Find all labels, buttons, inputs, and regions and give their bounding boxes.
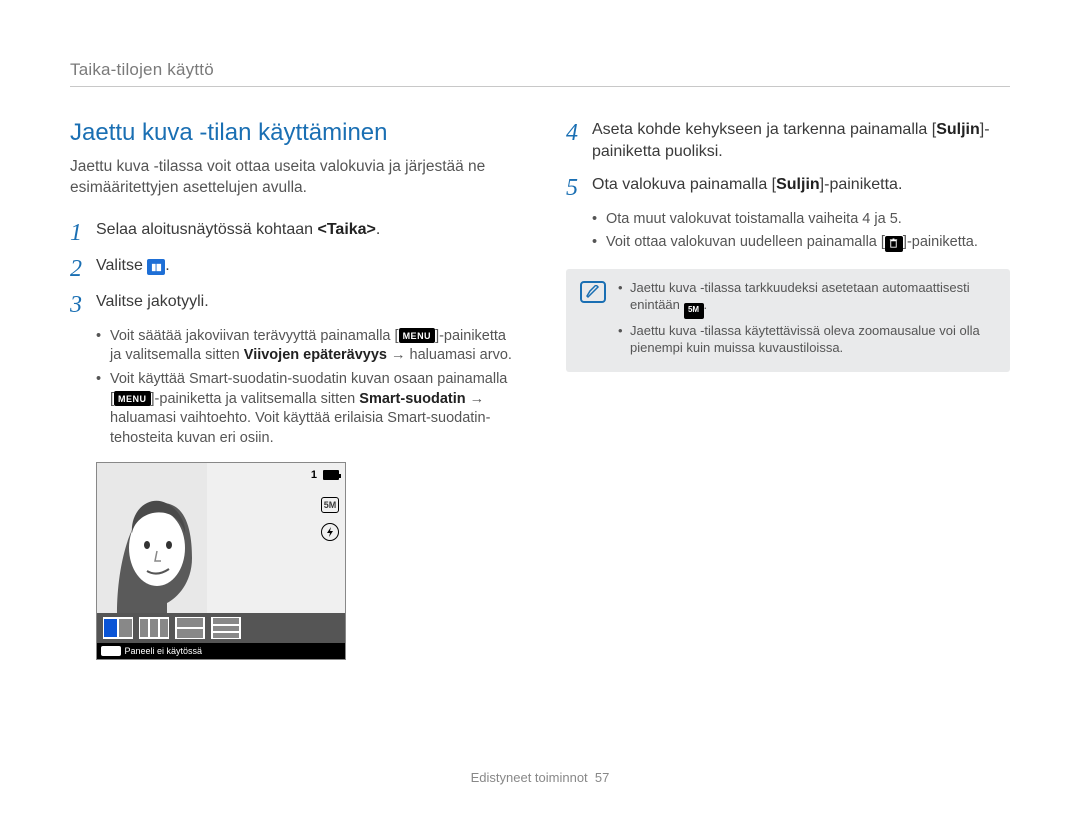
step-3: 3 Valitse jakotyyli.	[70, 291, 514, 317]
resolution-icon: 5M	[684, 303, 704, 319]
step-number: 5	[566, 176, 592, 200]
shot-count: 1	[311, 469, 317, 481]
ok-badge: OK	[101, 646, 121, 656]
step-number: 1	[70, 221, 96, 245]
step-5: 5 Ota valokuva painamalla [Suljin]-paini…	[566, 174, 1010, 200]
section-title: Jaettu kuva -tilan käyttäminen	[70, 119, 514, 147]
layout-3row	[211, 617, 241, 639]
note-box: Jaettu kuva -tilassa tarkkuudeksi asetet…	[566, 269, 1010, 372]
step-4: 4 Aseta kohde kehykseen ja tarkenna pain…	[566, 119, 1010, 164]
step-number: 4	[566, 121, 592, 145]
viewfinder: 1 5M	[97, 463, 345, 613]
list-item: Jaettu kuva -tilassa käytettävissä oleva…	[618, 322, 996, 357]
status-top-right: 1	[311, 469, 339, 481]
step-5-bullets: Ota muut valokuvat toistamalla vaiheita …	[592, 210, 1010, 253]
layout-options	[97, 613, 345, 643]
caption-text: Paneeli ei käytössä	[125, 646, 203, 656]
split-shot-mode-icon	[147, 259, 165, 275]
menu-icon: MENU	[399, 328, 436, 343]
layout-2row	[175, 617, 205, 639]
right-column: 4 Aseta kohde kehykseen ja tarkenna pain…	[566, 119, 1010, 660]
step-1: 1 Selaa aloitusnäytössä kohtaan <Taika>.	[70, 219, 514, 245]
layout-2col	[103, 617, 133, 639]
step-body: Selaa aloitusnäytössä kohtaan <Taika>.	[96, 219, 380, 241]
side-icons: 5M	[321, 497, 339, 541]
footer-page: 57	[595, 770, 609, 785]
list-item: Voit ottaa valokuvan uudelleen painamall…	[592, 233, 1010, 253]
step-3-bullets: Voit säätää jakoviivan terävyyttä painam…	[96, 327, 514, 448]
left-column: Jaettu kuva -tilan käyttäminen Jaettu ku…	[70, 119, 514, 660]
intro-text: Jaettu kuva -tilassa voit ottaa useita v…	[70, 157, 514, 199]
caption-bar: OK Paneeli ei käytössä	[97, 643, 345, 659]
breadcrumb: Taika-tilojen käyttö	[70, 60, 1010, 80]
step-number: 2	[70, 257, 96, 281]
note-list: Jaettu kuva -tilassa tarkkuudeksi asetet…	[618, 279, 996, 360]
layout-3col	[139, 617, 169, 639]
trash-icon	[885, 236, 903, 252]
list-item: Voit käyttää Smart-suodatin-suodatin kuv…	[96, 370, 514, 448]
camera-screen: 1 5M	[96, 462, 346, 660]
list-item: Ota muut valokuvat toistamalla vaiheita …	[592, 210, 1010, 230]
list-item: Voit säätää jakoviivan terävyyttä painam…	[96, 327, 514, 366]
note-icon	[580, 281, 606, 303]
footer-label: Edistyneet toiminnot	[471, 770, 588, 785]
step-body: Valitse .	[96, 255, 170, 277]
list-item: Jaettu kuva -tilassa tarkkuudeksi asetet…	[618, 279, 996, 319]
divider	[70, 86, 1010, 87]
battery-icon	[323, 470, 339, 480]
portrait-illustration	[97, 463, 207, 613]
steps-list-left: 1 Selaa aloitusnäytössä kohtaan <Taika>.…	[70, 219, 514, 317]
menu-icon: MENU	[114, 391, 151, 406]
step-number: 3	[70, 293, 96, 317]
step-2: 2 Valitse .	[70, 255, 514, 281]
page: Taika-tilojen käyttö Jaettu kuva -tilan …	[0, 0, 1080, 815]
content-columns: Jaettu kuva -tilan käyttäminen Jaettu ku…	[70, 119, 1010, 660]
resolution-icon: 5M	[321, 497, 339, 513]
page-footer: Edistyneet toiminnot 57	[0, 770, 1080, 785]
steps-list-right: 4 Aseta kohde kehykseen ja tarkenna pain…	[566, 119, 1010, 200]
step-body: Ota valokuva painamalla [Suljin]-painike…	[592, 174, 902, 196]
step-body: Valitse jakotyyli.	[96, 291, 209, 313]
step-body: Aseta kohde kehykseen ja tarkenna painam…	[592, 119, 1010, 164]
flash-icon	[321, 523, 339, 541]
